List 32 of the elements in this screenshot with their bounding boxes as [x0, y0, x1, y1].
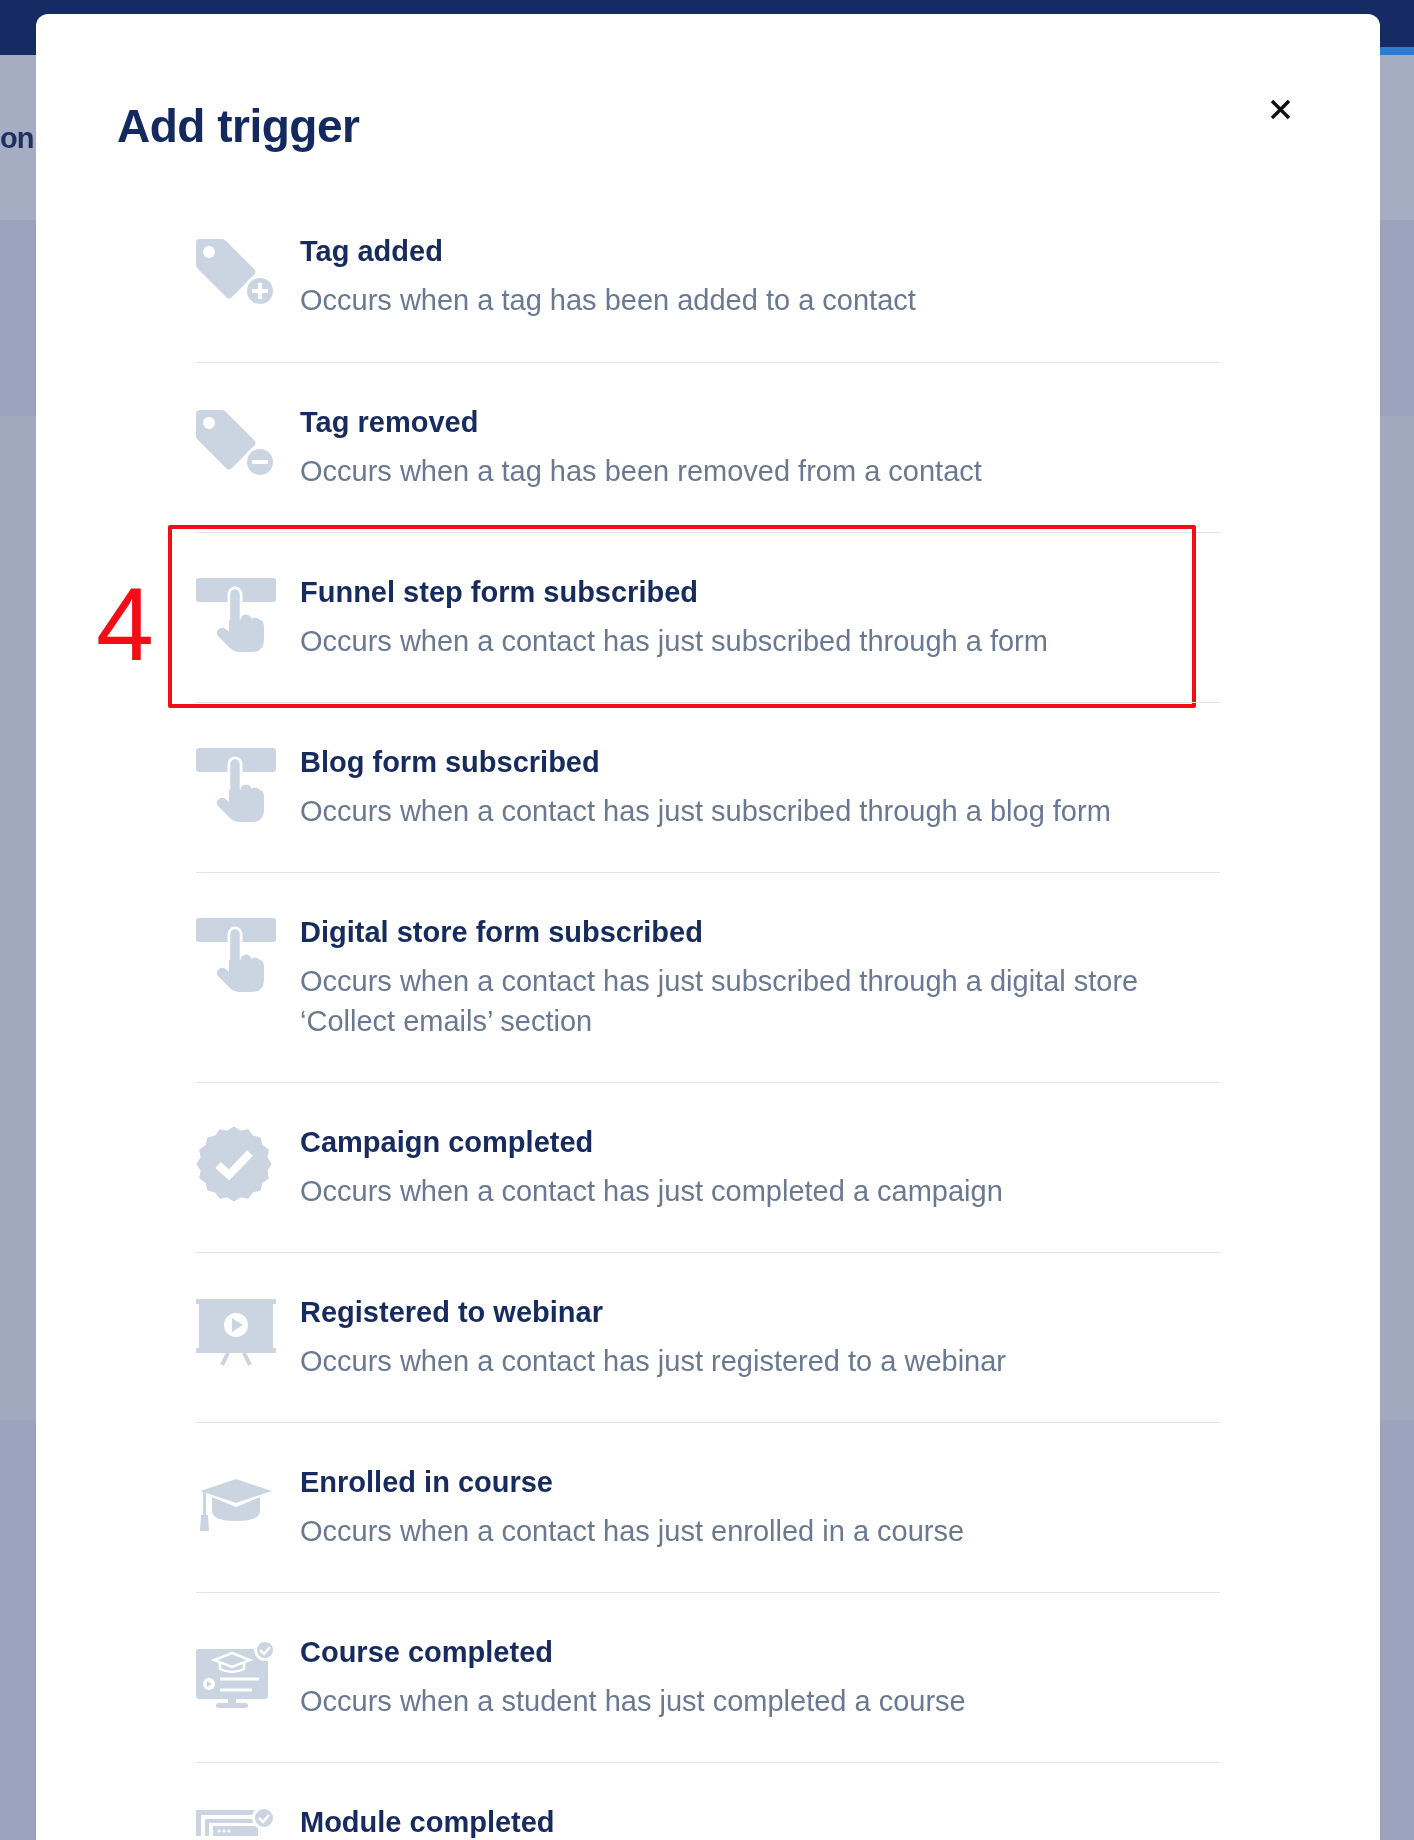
- windows-check-icon: [196, 1806, 276, 1836]
- pointing-hand-icon: [196, 578, 276, 652]
- close-icon: [1269, 98, 1291, 120]
- trigger-description: Occurs when a contact has just completed a campaign: [300, 1174, 1003, 1209]
- badge-check-icon: [196, 1126, 272, 1202]
- trigger-title[interactable]: Blog form subscribed: [300, 746, 600, 778]
- trigger-title[interactable]: Enrolled in course: [300, 1466, 553, 1498]
- step-number: 4: [96, 572, 154, 676]
- page-heading: on: [0, 121, 34, 156]
- presentation-board-icon: [196, 1299, 276, 1367]
- trigger-description: Occurs when a contact has just subscribed through a digital store ‘Collect emails’ section: [300, 964, 1140, 1039]
- trigger-title[interactable]: Module completed: [300, 1806, 555, 1838]
- trigger-title[interactable]: Digital store form subscribed: [300, 916, 703, 948]
- trigger-description: Occurs when a contact has just subscribed through a form: [300, 624, 1048, 659]
- pointing-hand-icon: [196, 918, 276, 992]
- trigger-title[interactable]: Tag added: [300, 235, 443, 267]
- dialog-title: Add trigger: [117, 99, 360, 154]
- trigger-description: Occurs when a contact has just subscribed through a blog form: [300, 794, 1111, 829]
- trigger-description: Occurs when a tag has been removed from a contact: [300, 454, 982, 489]
- pointing-hand-icon: [196, 748, 276, 822]
- trigger-description: Occurs when a contact has just enrolled in a course: [300, 1514, 965, 1549]
- trigger-title[interactable]: Course completed: [300, 1636, 553, 1668]
- monitor-check-icon: [196, 1639, 276, 1711]
- tag-minus-icon: [196, 410, 276, 478]
- trigger-title[interactable]: Funnel step form subscribed: [300, 576, 698, 608]
- trigger-description: Occurs when a contact has just registered to a webinar: [300, 1344, 1007, 1379]
- trigger-title[interactable]: Tag removed: [300, 406, 479, 438]
- trigger-title[interactable]: Registered to webinar: [300, 1296, 603, 1328]
- trigger-description: Occurs when a tag has been added to a contact: [300, 283, 916, 318]
- tag-plus-icon: [196, 239, 276, 307]
- trigger-title[interactable]: Campaign completed: [300, 1126, 594, 1158]
- trigger-description: Occurs when a student has just completed a course: [300, 1684, 966, 1719]
